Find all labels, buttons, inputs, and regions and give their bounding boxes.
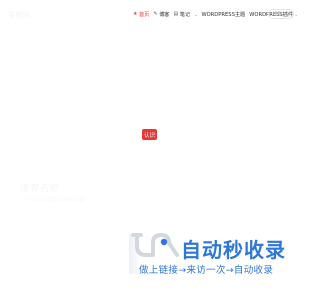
watermark-title: 自动秒收录 [181, 238, 286, 262]
hero-subtitle: 一个简单的博客网站示例页面 [20, 197, 86, 203]
chevron-down-icon: ⌄ [194, 12, 198, 17]
confirm-button[interactable]: 认识 [142, 129, 157, 140]
search-input[interactable]: 搜索 [268, 8, 294, 19]
jr-logo-icon [131, 232, 179, 257]
star-icon: ★ [133, 11, 138, 17]
hero-title: 博客名称 [20, 184, 61, 194]
nav-item-blog-label: 博客 [159, 12, 170, 18]
nav-item-wp-themes-label: WORDPRESS主题 [201, 12, 246, 18]
nav-item-home[interactable]: ★ 首页 [133, 11, 150, 19]
search-placeholder: 搜索 [273, 11, 282, 17]
nav-item-notes-label: 笔记 [179, 12, 191, 18]
note-icon: ▤ [173, 11, 179, 17]
pen-icon: ✎ [153, 11, 158, 17]
nav-item-blog[interactable]: ✎ 博客 [153, 11, 170, 19]
site-logo-text[interactable]: 导航网 [8, 10, 31, 20]
nav-item-wp-themes[interactable]: WORDPRESS主题 [201, 11, 245, 18]
nav-item-home-label: 首页 [138, 12, 150, 18]
watermark-banner[interactable]: 自动秒收录 做上链接→来访一次→自动收录 [129, 231, 300, 280]
watermark-tagline: 做上链接→来访一次→自动收录 [139, 265, 274, 276]
chevron-down-icon: ⌄ [294, 12, 298, 17]
nav-item-notes[interactable]: ▤ 笔记 [173, 11, 191, 19]
